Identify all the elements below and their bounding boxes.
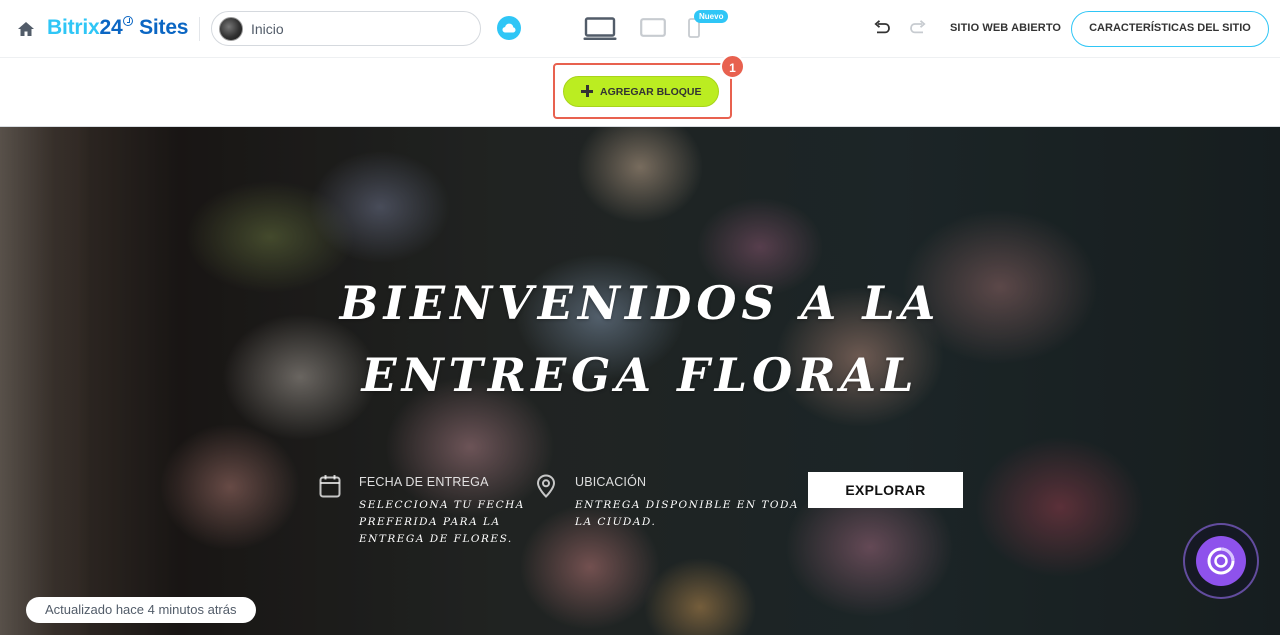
- redo-icon[interactable]: [909, 20, 927, 36]
- brand-text-sites: Sites: [133, 16, 189, 39]
- open-site-link[interactable]: SITIO WEB ABIERTO: [950, 22, 1061, 34]
- delivery-date-heading: FECHA DE ENTREGA: [359, 475, 489, 489]
- hero-title: BIENVENIDOS A LA ENTREGA FLORAL: [339, 276, 941, 402]
- add-block-label: AGREGAR BLOQUE: [600, 86, 702, 98]
- page-selector[interactable]: Inicio: [211, 11, 481, 46]
- current-page-name: Inicio: [251, 21, 284, 37]
- delivery-date-text: SELECCIONA TU FECHA PREFERIDA PARA LA EN…: [359, 499, 525, 545]
- top-toolbar: Bitrix24 Sites Inicio Nuevo SITIO WEB AB…: [0, 0, 1280, 58]
- plus-icon: [581, 85, 593, 97]
- add-block-button[interactable]: AGREGAR BLOQUE: [563, 76, 719, 107]
- clock-icon: [123, 16, 134, 26]
- copilot-assistant-button[interactable]: [1183, 523, 1259, 599]
- location-heading: UBICACIÓN: [575, 475, 647, 489]
- cloud-icon[interactable]: [497, 16, 521, 40]
- divider: [199, 17, 200, 41]
- calendar-icon: [319, 474, 341, 498]
- location-text: ENTREGA DISPONIBLE EN TODA LA CIUDAD.: [575, 499, 799, 528]
- brand-text-bitrix: Bitrix: [47, 16, 100, 39]
- new-badge: Nuevo: [694, 10, 729, 23]
- site-features-button[interactable]: CARACTERÍSTICAS DEL SITIO: [1071, 11, 1269, 47]
- explore-button[interactable]: EXPLORAR: [808, 472, 963, 508]
- map-pin-icon: [535, 474, 557, 498]
- hero-section: BIENVENIDOS A LA ENTREGA FLORAL FECHA DE…: [0, 127, 1280, 635]
- desktop-device-icon[interactable]: [583, 17, 617, 41]
- step-number-badge: 1: [720, 54, 745, 79]
- tablet-device-icon[interactable]: [640, 18, 666, 37]
- last-updated-status: Actualizado hace 4 minutos atrás: [26, 597, 256, 623]
- undo-icon[interactable]: [873, 20, 891, 36]
- add-block-strip: AGREGAR BLOQUE 1: [0, 54, 1280, 127]
- home-icon[interactable]: [16, 20, 36, 38]
- brand-logo[interactable]: Bitrix24 Sites: [47, 16, 188, 40]
- brand-text-24: 24: [99, 16, 123, 39]
- page-thumbnail: [219, 17, 243, 41]
